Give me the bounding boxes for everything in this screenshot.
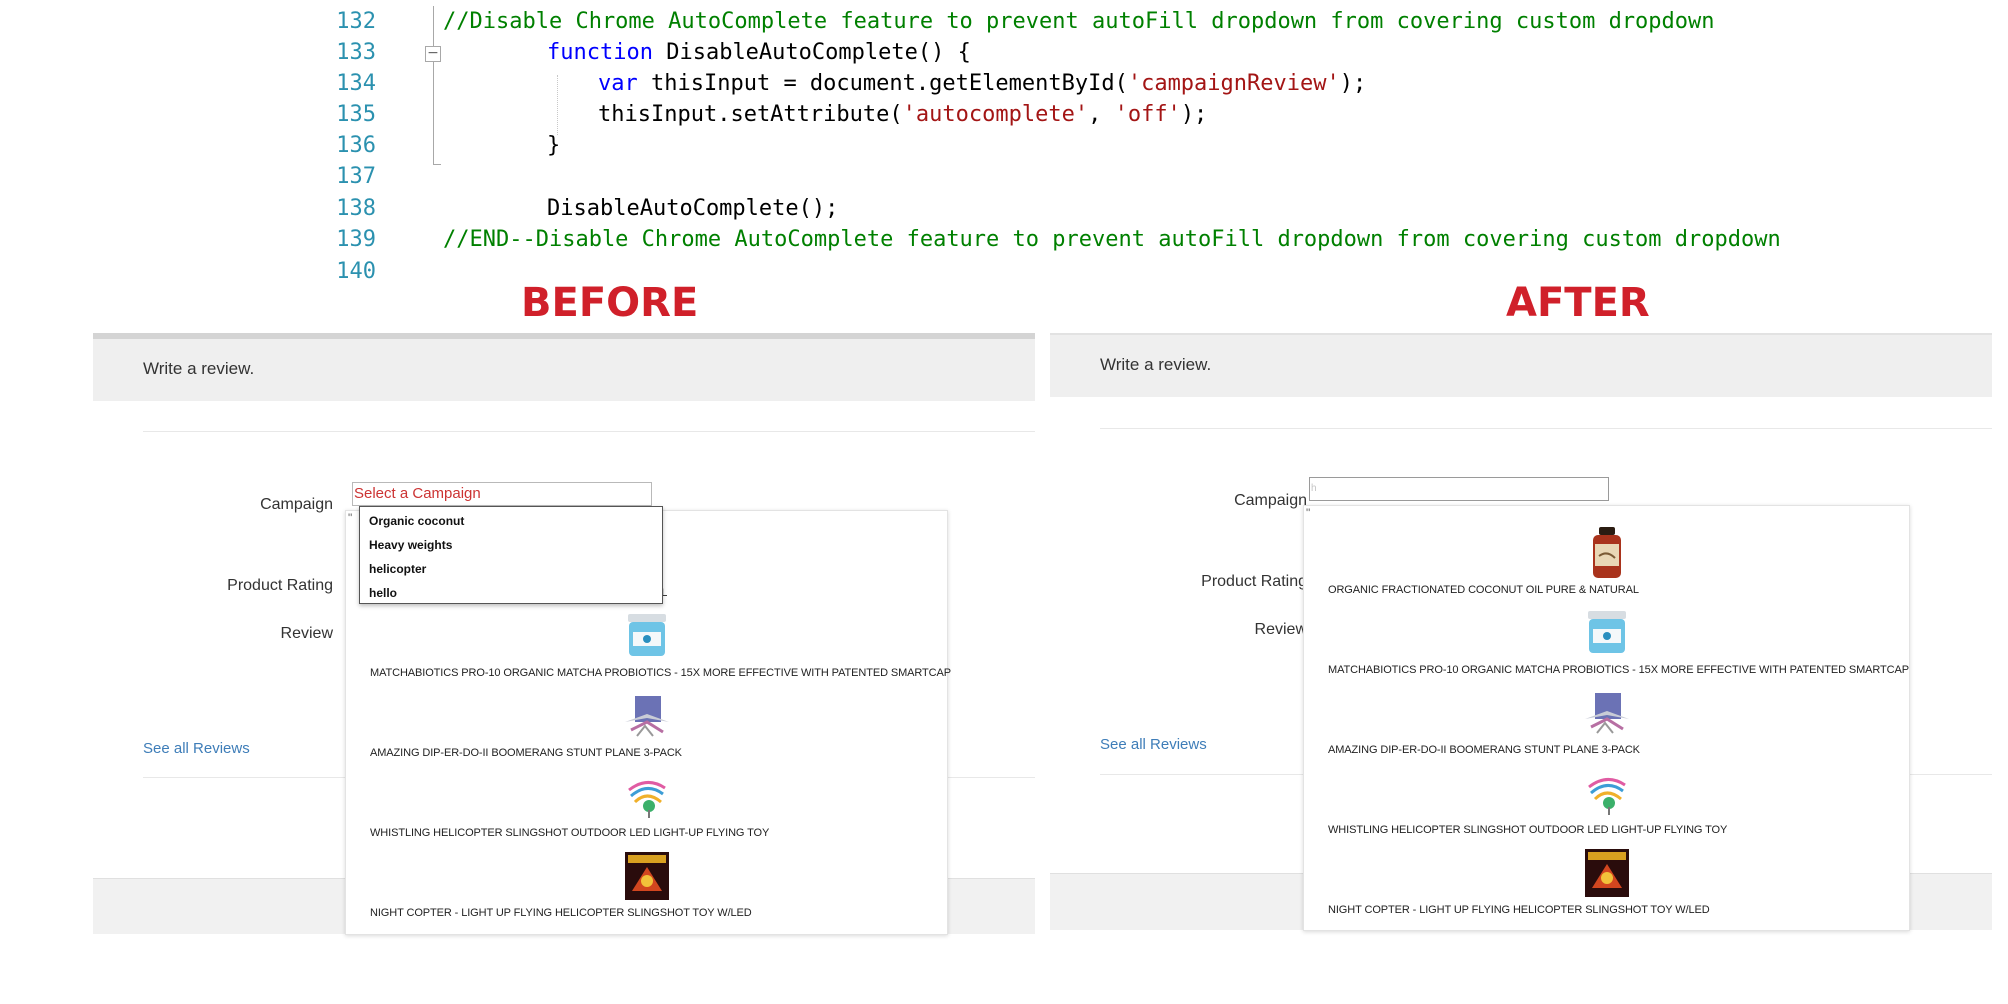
product-name: WHISTLING HELICOPTER SLINGSHOT OUTDOOR L… [1328, 824, 1728, 836]
review-form-after: Write a review. Campaign Product Rating … [1050, 333, 1992, 933]
autofill-option[interactable]: Organic coconut [369, 514, 464, 528]
review-label: Review [1254, 621, 1307, 638]
code-editor: − 132 //Disable Chrome AutoComplete feat… [0, 0, 2008, 290]
night-copter-box-icon [623, 851, 671, 901]
coconut-oil-bottle-icon [1583, 527, 1631, 578]
divider [1100, 428, 1992, 429]
product-rating-label: Product Rating [227, 577, 333, 594]
divider [143, 431, 1035, 432]
dropdown-item[interactable]: WHISTLING HELICOPTER SLINGSHOT OUTDOOR L… [346, 771, 947, 851]
campaign-label: Campaign [260, 496, 333, 513]
code-line-134: 134 var thisInput = document.getElementB… [336, 71, 1367, 96]
boomerang-plane-pack-icon [1583, 688, 1631, 738]
product-name: WHISTLING HELICOPTER SLINGSHOT OUTDOOR L… [370, 827, 770, 839]
product-name: MATCHABIOTICS PRO-10 ORGANIC MATCHA PROB… [1328, 664, 1909, 676]
autofill-option[interactable]: Heavy weights [369, 538, 452, 552]
autofill-option[interactable]: hello [369, 586, 397, 600]
code-line-137: 137 [336, 164, 376, 189]
product-name: NIGHT COPTER - LIGHT UP FLYING HELICOPTE… [1328, 904, 1710, 916]
product-name: NIGHT COPTER - LIGHT UP FLYING HELICOPTE… [370, 907, 752, 919]
form-header: Write a review. [93, 333, 1035, 401]
campaign-label: Campaign [1234, 492, 1307, 509]
product-name: ORGANIC FRACTIONATED COCONUT OIL PURE & … [1328, 584, 1639, 596]
review-form-before: Write a review. Campaign Product Rating … [93, 333, 1035, 935]
see-all-reviews-link[interactable]: See all Reviews [1100, 736, 1207, 753]
product-rating-label: Product Rating [1201, 573, 1307, 590]
see-all-reviews-link[interactable]: See all Reviews [143, 740, 250, 757]
review-label: Review [280, 625, 333, 642]
product-name: MATCHABIOTICS PRO-10 ORGANIC MATCHA PROB… [370, 667, 951, 679]
autofill-option[interactable]: helicopter [369, 562, 426, 576]
write-review-title: Write a review. [1100, 355, 1212, 374]
dropdown-item[interactable]: WHISTLING HELICOPTER SLINGSHOT OUTDOOR L… [1304, 768, 1909, 848]
code-line-138: 138 DisableAutoComplete(); [336, 196, 839, 221]
code-line-140: 140 [336, 259, 376, 284]
campaign-input[interactable]: h [1309, 477, 1609, 501]
code-line-132: 132 //Disable Chrome AutoComplete featur… [336, 9, 1715, 34]
campaign-dropdown: " ORGANIC FRACTIONATED COCONUT OIL PURE … [1303, 505, 1910, 931]
quote-mark: " [1306, 506, 1311, 520]
dropdown-item[interactable]: ORGANIC FRACTIONATED COCONUT OIL PURE & … [1304, 527, 1909, 608]
chrome-autofill-dropdown: Organic coconut Heavy weights helicopter… [359, 506, 663, 604]
boomerang-plane-pack-icon [623, 691, 671, 741]
after-heading: AFTER [1506, 280, 1650, 326]
before-heading: BEFORE [521, 280, 699, 326]
code-line-135: 135 thisInput.setAttribute('autocomplete… [336, 102, 1208, 127]
form-header: Write a review. [1050, 333, 1992, 397]
probiotics-jar-icon [623, 611, 671, 661]
night-copter-box-icon [1583, 848, 1631, 898]
dropdown-item[interactable]: AMAZING DIP-ER-DO-II BOOMERANG STUNT PLA… [346, 691, 947, 771]
dropdown-item[interactable]: MATCHABIOTICS PRO-10 ORGANIC MATCHA PROB… [1304, 608, 1909, 688]
probiotics-jar-icon [1583, 608, 1631, 658]
write-review-title: Write a review. [143, 359, 255, 378]
code-line-139: 139 //END--Disable Chrome AutoComplete f… [336, 227, 1781, 252]
dropdown-item[interactable]: AMAZING DIP-ER-DO-II BOOMERANG STUNT PLA… [1304, 688, 1909, 768]
code-line-136: 136 } [336, 133, 561, 158]
helicopter-slingshot-icon [623, 771, 671, 821]
dropdown-item[interactable]: NIGHT COPTER - LIGHT UP FLYING HELICOPTE… [1304, 848, 1909, 928]
product-name: AMAZING DIP-ER-DO-II BOOMERANG STUNT PLA… [370, 747, 682, 759]
campaign-input[interactable]: Select a Campaign [352, 482, 652, 506]
product-name: AMAZING DIP-ER-DO-II BOOMERANG STUNT PLA… [1328, 744, 1640, 756]
dropdown-item[interactable]: MATCHABIOTICS PRO-10 ORGANIC MATCHA PROB… [346, 611, 951, 691]
helicopter-slingshot-icon [1583, 768, 1631, 818]
code-line-133: 133 function DisableAutoComplete() { [336, 40, 971, 65]
dropdown-item[interactable]: NIGHT COPTER - LIGHT UP FLYING HELICOPTE… [346, 851, 947, 931]
quote-mark: " [348, 511, 353, 525]
